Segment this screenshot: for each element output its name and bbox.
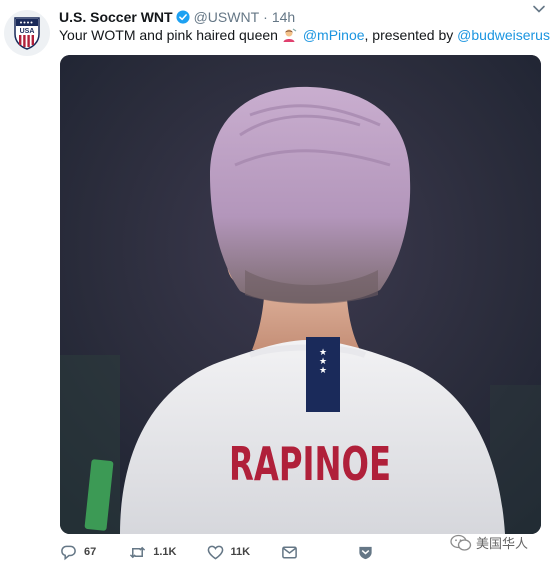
avatar[interactable]: USA bbox=[4, 10, 50, 56]
like-count: 11K bbox=[230, 546, 251, 558]
woman-getting-haircut-icon bbox=[281, 28, 297, 42]
reply-icon bbox=[61, 545, 76, 560]
like-button[interactable]: 11K bbox=[207, 544, 251, 561]
heart-icon bbox=[207, 545, 223, 560]
watermark-text: 美国华人 bbox=[476, 536, 529, 551]
tweet-text: Your WOTM and pink haired queen @mPinoe,… bbox=[59, 27, 550, 43]
wechat-icon bbox=[450, 534, 472, 551]
chevron-down-icon[interactable] bbox=[532, 2, 546, 16]
action-bar: 67 1.1K 11K bbox=[60, 542, 374, 562]
watermark: 美国华人 bbox=[450, 533, 528, 552]
retweet-count: 1.1K bbox=[153, 546, 177, 558]
player-back-photo: ★ ★ ★ RAPINOE bbox=[60, 55, 541, 534]
svg-text:★: ★ bbox=[319, 366, 327, 376]
tweet-text-middle: , presented by bbox=[364, 27, 454, 43]
tweet-text-body: Your WOTM and pink haired queen bbox=[59, 27, 278, 43]
analytics-button[interactable] bbox=[357, 544, 374, 561]
ussoccer-crest-icon: USA bbox=[14, 17, 40, 50]
direct-message-button[interactable] bbox=[281, 544, 298, 561]
svg-text:USA: USA bbox=[20, 28, 35, 35]
tweet-image[interactable]: ★ ★ ★ RAPINOE bbox=[60, 55, 541, 534]
retweet-button[interactable]: 1.1K bbox=[129, 544, 177, 561]
shield-icon bbox=[359, 546, 372, 559]
jersey-name: RAPINOE bbox=[229, 437, 391, 491]
mention-link[interactable]: @budweiserusa bbox=[457, 27, 550, 43]
verified-badge-icon bbox=[176, 10, 190, 24]
author-name[interactable]: U.S. Soccer WNT bbox=[59, 9, 173, 25]
reply-button[interactable]: 67 bbox=[60, 544, 96, 561]
envelope-icon bbox=[282, 546, 297, 558]
tweet-header: U.S. Soccer WNT @USWNT · 14h bbox=[59, 8, 540, 26]
timestamp[interactable]: 14h bbox=[272, 9, 295, 25]
retweet-icon bbox=[130, 546, 146, 558]
reply-count: 67 bbox=[84, 546, 97, 558]
separator-dot: · bbox=[263, 9, 268, 25]
mention-link[interactable]: @mPinoe bbox=[303, 27, 365, 43]
author-handle[interactable]: @USWNT bbox=[194, 9, 260, 25]
